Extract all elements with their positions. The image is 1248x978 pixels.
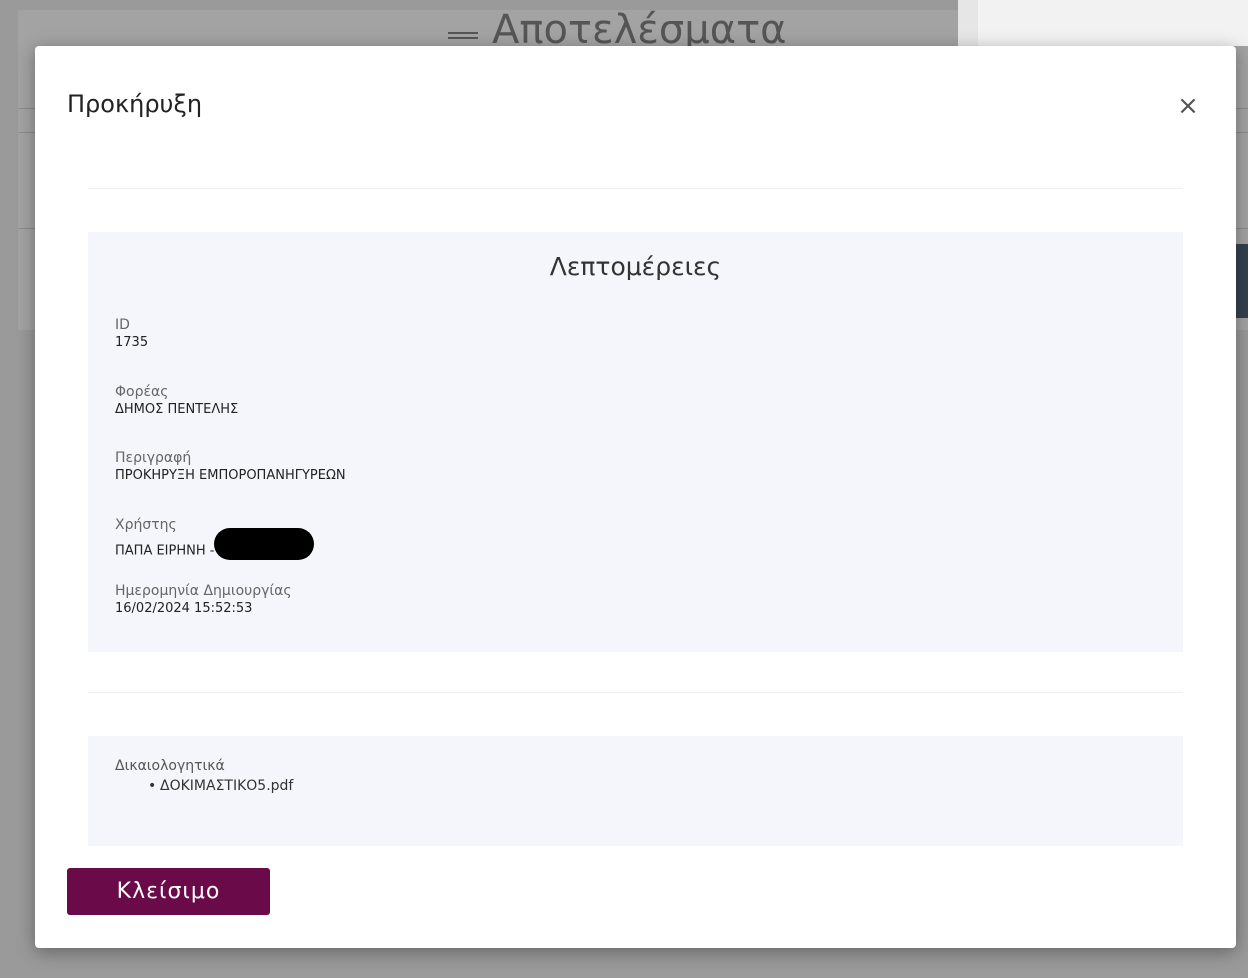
- list-icon: [448, 32, 478, 44]
- field-created-date: Ημερομηνία Δημιουργίας 16/02/2024 15:52:…: [115, 583, 292, 617]
- card-divider: [88, 692, 1183, 693]
- field-description: Περιγραφή ΠΡΟΚΗΡΥΞΗ ΕΜΠΟΡΟΠΑΝΗΓΥΡΕΩΝ: [115, 450, 346, 484]
- field-value: ΠΡΟΚΗΡΥΞΗ ΕΜΠΟΡΟΠΑΝΗΓΥΡΕΩΝ: [115, 468, 346, 483]
- modal-title: Προκήρυξη: [67, 90, 203, 118]
- redaction-mark: [214, 528, 315, 560]
- close-button[interactable]: Κλείσιμο: [67, 868, 270, 915]
- background-header-area: [958, 0, 1248, 46]
- field-organization: Φορέας ΔΗΜΟΣ ΠΕΝΤΕΛΗΣ: [115, 384, 238, 418]
- field-label: Φορέας: [115, 384, 169, 400]
- documents-list: • ΔΟΚΙΜΑΣΤΙΚΟ5.pdf: [148, 778, 293, 794]
- close-icon[interactable]: ×: [1173, 92, 1203, 122]
- background-scrollbar: [958, 0, 978, 46]
- field-value-row: ΠΑΠΑ ΕΙΡΗΝΗ -: [115, 528, 315, 566]
- documents-label: Δικαιολογητικά: [115, 758, 225, 774]
- background-page-title: Αποτελέσματα: [492, 7, 787, 53]
- field-value: ΔΗΜΟΣ ΠΕΝΤΕΛΗΣ: [115, 402, 239, 417]
- document-filename: ΔΟΚΙΜΑΣΤΙΚΟ5.pdf: [160, 778, 294, 794]
- field-value: ΠΑΠΑ ΕΙΡΗΝΗ -: [115, 543, 215, 559]
- card-divider: [88, 188, 1183, 189]
- field-id: ID 1735: [115, 317, 148, 351]
- background-side-button: [1236, 244, 1248, 318]
- documents-card-body: Δικαιολογητικά • ΔΟΚΙΜΑΣΤΙΚΟ5.pdf: [88, 736, 1183, 846]
- field-label: ID: [115, 317, 130, 333]
- details-card: Λεπτομέρειες ID 1735 Φορέας ΔΗΜΟΣ ΠΕΝΤΕΛ…: [88, 188, 1183, 652]
- documents-card: Δικαιολογητικά • ΔΟΚΙΜΑΣΤΙΚΟ5.pdf: [88, 692, 1183, 848]
- field-label: Ημερομηνία Δημιουργίας: [115, 583, 292, 599]
- field-label: Περιγραφή: [115, 450, 192, 466]
- bullet-icon: •: [148, 778, 157, 794]
- field-value: 1735: [115, 335, 149, 350]
- announcement-modal: Προκήρυξη × Λεπτομέρειες ID 1735 Φορέας …: [35, 46, 1236, 948]
- document-item[interactable]: • ΔΟΚΙΜΑΣΤΙΚΟ5.pdf: [148, 778, 293, 794]
- details-card-body: Λεπτομέρειες ID 1735 Φορέας ΔΗΜΟΣ ΠΕΝΤΕΛ…: [88, 232, 1183, 652]
- field-user: Χρήστης ΠΑΠΑ ΕΙΡΗΝΗ -: [115, 517, 315, 566]
- details-heading: Λεπτομέρειες: [549, 252, 722, 281]
- field-value: 16/02/2024 15:52:53: [115, 601, 253, 616]
